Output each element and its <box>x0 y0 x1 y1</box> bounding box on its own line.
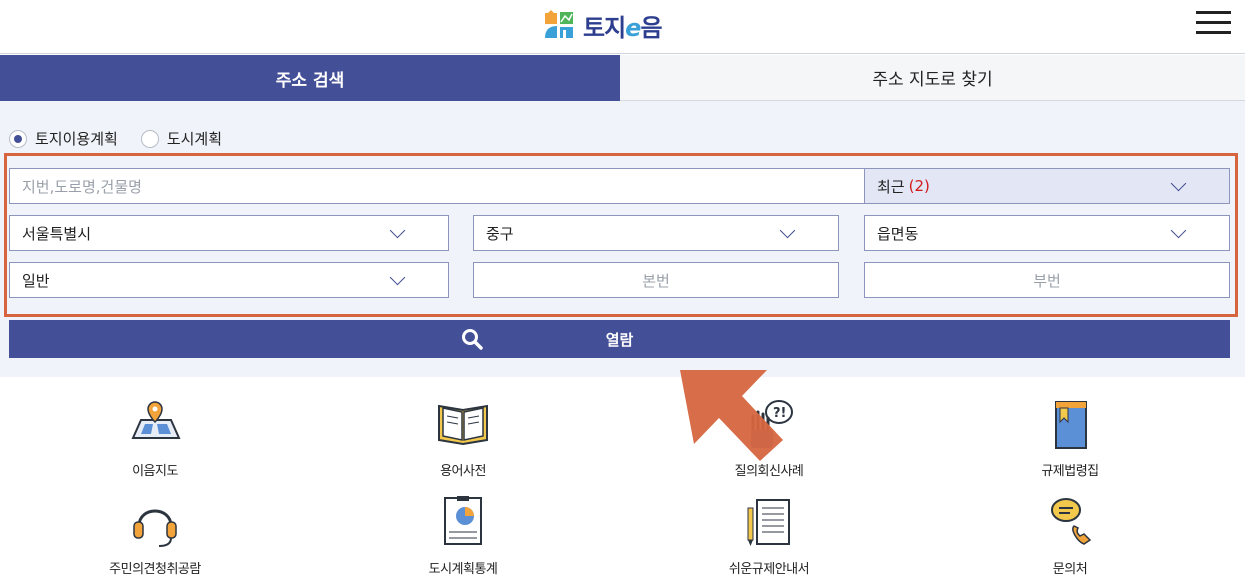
sub-number-input[interactable]: 부번 <box>864 262 1230 298</box>
pointer-arrow-icon <box>680 370 783 461</box>
dong-select[interactable]: 읍면동 <box>864 215 1230 251</box>
book-icon <box>438 404 488 446</box>
main-number-input[interactable]: 본번 <box>473 262 839 298</box>
headset-icon <box>133 509 177 547</box>
app-header: 토지e음 <box>0 0 1245 54</box>
hamburger-icon <box>1196 11 1231 14</box>
document-pencil-icon <box>747 499 790 546</box>
land-type-select[interactable]: 일반 <box>9 262 449 298</box>
quick-menu-glossary[interactable]: 용어사전 <box>383 398 543 479</box>
quick-menu-public-hearing[interactable]: 주민의견청취공람 <box>75 496 235 577</box>
quick-menu-easy-guide[interactable]: 쉬운규제안내서 <box>689 496 849 577</box>
chevron-down-icon <box>392 225 406 239</box>
sido-select[interactable]: 서울특별시 <box>9 215 449 251</box>
radio-unchecked-icon <box>140 129 159 148</box>
radio-urban-plan[interactable]: 도시계획 <box>140 128 222 149</box>
plan-type-radio-group: 토지이용계획 도시계획 <box>9 128 245 149</box>
view-button[interactable]: 열람 <box>9 320 1230 358</box>
quick-menu-regulations[interactable]: 규제법령집 <box>990 398 1150 479</box>
chevron-down-icon <box>1173 225 1187 239</box>
quick-menu-map[interactable]: 이음지도 <box>75 398 235 479</box>
chevron-down-icon <box>1173 178 1187 192</box>
recent-count: (2) <box>908 177 930 195</box>
quick-menu-statistics[interactable]: 도시계획통계 <box>383 496 543 577</box>
sigungu-select[interactable]: 중구 <box>473 215 839 251</box>
recent-searches-dropdown[interactable]: 최근 (2) <box>864 168 1230 204</box>
address-search-input[interactable]: 지번,도로명,건물명 <box>9 168 865 204</box>
statistics-board-icon <box>444 496 482 545</box>
logo-text: 토지e음 <box>583 13 663 42</box>
law-book-icon <box>1055 401 1087 449</box>
tab-map-search[interactable]: 주소 지도로 찾기 <box>620 55 1245 101</box>
phone-chat-icon <box>1051 498 1092 545</box>
search-tabs: 주소 검색 주소 지도로 찾기 <box>0 55 1245 101</box>
search-icon <box>462 329 483 350</box>
chevron-down-icon <box>782 225 796 239</box>
map-pin-icon <box>131 401 181 439</box>
hamburger-menu-button[interactable] <box>1196 11 1231 35</box>
site-logo[interactable]: 토지e음 <box>543 9 663 42</box>
radio-land-use-plan[interactable]: 토지이용계획 <box>9 128 118 149</box>
logo-mark-icon <box>545 10 573 38</box>
chevron-down-icon <box>392 272 406 286</box>
radio-checked-icon <box>9 129 27 148</box>
tab-address-search[interactable]: 주소 검색 <box>0 55 620 101</box>
quick-menu-contact[interactable]: 문의처 <box>990 496 1150 577</box>
